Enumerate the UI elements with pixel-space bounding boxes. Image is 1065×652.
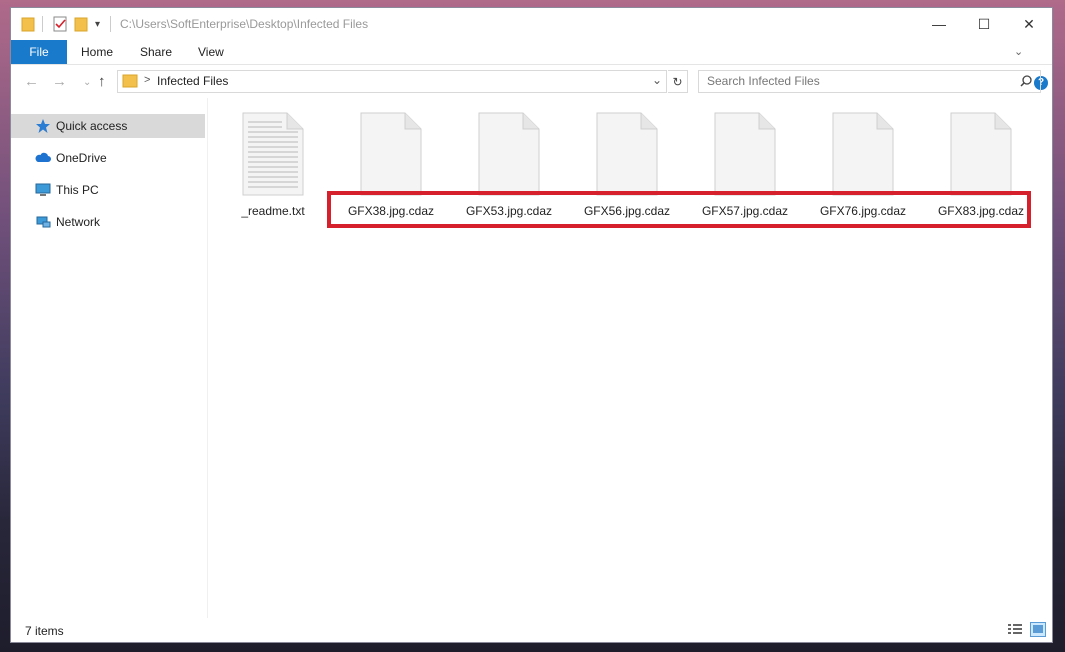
title-bar: ▾ C:\Users\SoftEnterprise\Desktop\Infect… (11, 8, 1052, 40)
star-icon (36, 119, 50, 133)
refresh-icon: ↻ (672, 74, 683, 89)
file-list: _readme.txt GFX38.jpg.cdaz GFX53.jpg.cda… (208, 98, 1052, 618)
forward-arrow-icon[interactable]: → (52, 73, 67, 90)
up-arrow-icon[interactable]: ↑ (98, 73, 106, 90)
sidebar-item-quick-access[interactable]: Quick access (11, 114, 205, 138)
customize-quick-access-icon[interactable]: ▾ (95, 19, 100, 30)
folder-icon[interactable] (21, 16, 35, 32)
network-icon (36, 216, 51, 228)
tab-file[interactable]: File (11, 40, 67, 64)
minimize-button[interactable]: — (916, 8, 962, 40)
address-bar[interactable]: > Infected Files ⌄ (117, 70, 667, 93)
divider (110, 16, 111, 32)
back-arrow-icon[interactable]: ← (24, 73, 39, 90)
maximize-button[interactable]: ☐ (961, 8, 1007, 40)
recent-locations-icon[interactable]: ⌄ (83, 77, 91, 88)
blank-file-icon (360, 112, 422, 196)
sidebar-item-label: Network (56, 215, 101, 229)
search-box[interactable]: Search Infected Files (698, 70, 1041, 93)
cloud-icon (35, 152, 51, 162)
sidebar-item-label: Quick access (56, 119, 128, 133)
address-row: ← → ⌄ ↑ > Infected Files ⌄ ↻ Search Infe… (11, 65, 1052, 97)
status-bar: 7 items (11, 618, 1052, 642)
chevron-down-icon[interactable]: ⌄ (1014, 45, 1023, 58)
encrypted-files-highlight (327, 191, 1031, 228)
sidebar-item-this-pc[interactable]: This PC (11, 178, 205, 202)
sidebar-item-network[interactable]: Network (11, 210, 205, 234)
tab-view[interactable]: View (198, 40, 224, 64)
sidebar-item-label: This PC (56, 183, 99, 197)
address-dropdown-icon[interactable]: ⌄ (652, 73, 662, 87)
blank-file-icon (832, 112, 894, 196)
ribbon: File Home Share View ⌄ ? (11, 40, 1052, 90)
search-icon (1020, 75, 1032, 87)
blank-file-icon (478, 112, 540, 196)
text-file-icon (242, 112, 304, 196)
file-item-readme[interactable]: _readme.txt (218, 112, 328, 222)
properties-icon[interactable] (52, 16, 68, 32)
sidebar-item-label: OneDrive (56, 151, 107, 165)
folder-icon (122, 74, 138, 88)
details-view-icon[interactable] (1007, 622, 1023, 637)
computer-icon (35, 183, 51, 196)
breadcrumb-current-folder[interactable]: Infected Files (157, 74, 228, 88)
item-count: 7 items (25, 624, 64, 638)
tab-share[interactable]: Share (140, 40, 172, 64)
new-folder-icon[interactable] (74, 16, 88, 32)
breadcrumb-separator: > (144, 74, 151, 86)
divider (42, 16, 43, 32)
close-button[interactable]: ✕ (1006, 8, 1052, 40)
sidebar-item-onedrive[interactable]: OneDrive (11, 146, 205, 170)
blank-file-icon (596, 112, 658, 196)
window-title: C:\Users\SoftEnterprise\Desktop\Infected… (120, 17, 369, 31)
blank-file-icon (714, 112, 776, 196)
large-icons-view-icon[interactable] (1030, 622, 1046, 637)
file-name: _readme.txt (241, 204, 305, 218)
tab-home[interactable]: Home (81, 40, 113, 64)
blank-file-icon (950, 112, 1012, 196)
search-input[interactable]: Search Infected Files (707, 74, 820, 88)
navigation-pane: Quick access OneDrive This PC Network (11, 98, 208, 618)
refresh-button[interactable]: ↻ (668, 70, 688, 93)
explorer-window: ▾ C:\Users\SoftEnterprise\Desktop\Infect… (11, 8, 1052, 642)
